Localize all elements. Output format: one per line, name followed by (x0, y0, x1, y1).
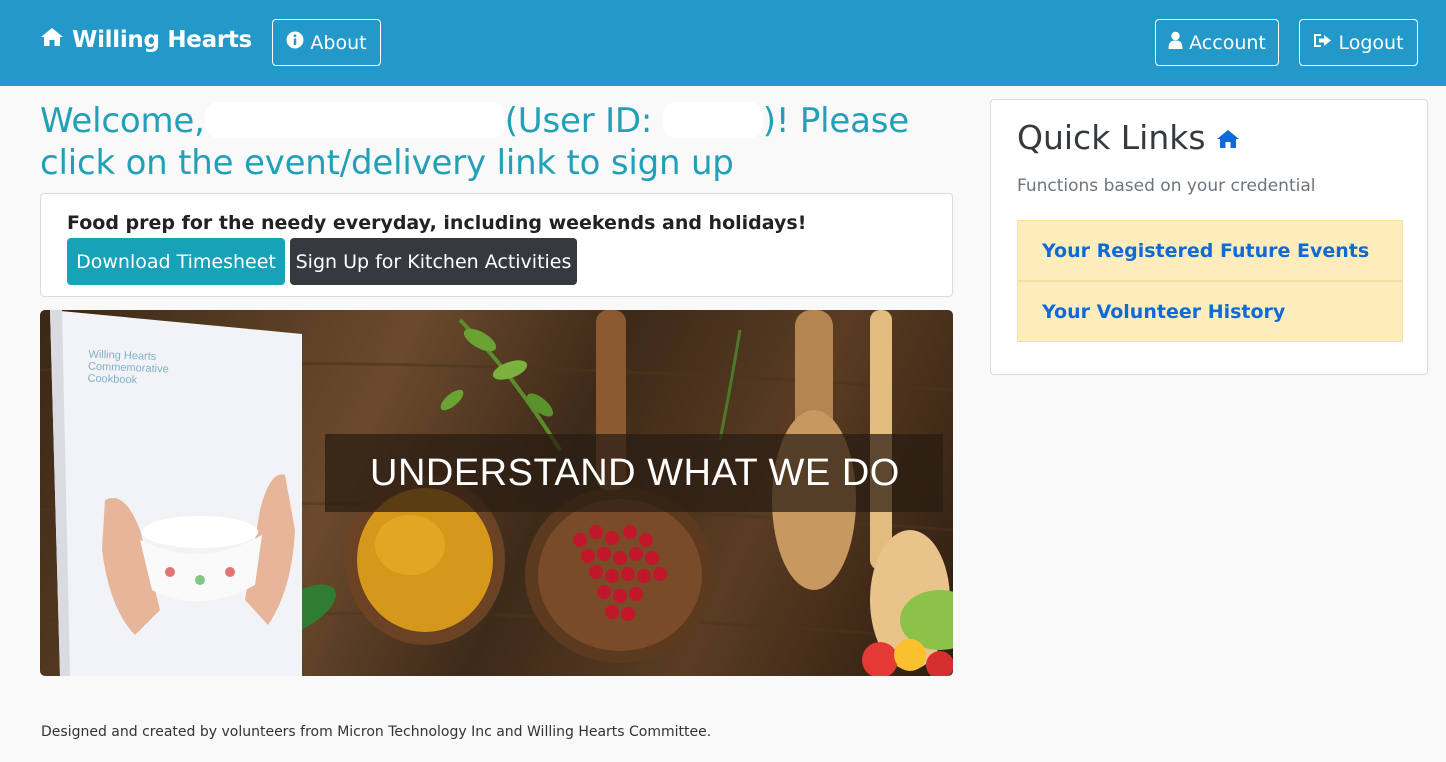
welcome-user-id-prefix: (User ID: (504, 101, 653, 141)
volunteer-history-link[interactable]: Your Volunteer History (1017, 281, 1403, 342)
sign-up-kitchen-button[interactable]: Sign Up for Kitchen Activities (290, 238, 577, 285)
info-circle-icon (286, 31, 304, 54)
top-navbar: Willing Hearts About Account Logout (0, 0, 1446, 86)
registered-future-events-link[interactable]: Your Registered Future Events (1017, 220, 1403, 281)
welcome-heading: Welcome, (User ID: )! Please click on the… (40, 100, 940, 184)
about-label: About (310, 31, 367, 54)
home-icon (40, 27, 64, 53)
home-icon (1216, 118, 1240, 157)
brand-link[interactable]: Willing Hearts (40, 27, 252, 53)
brand-label: Willing Hearts (72, 27, 252, 53)
welcome-prefix: Welcome, (40, 101, 205, 141)
download-timesheet-button[interactable]: Download Timesheet (67, 238, 285, 285)
logout-button[interactable]: Logout (1299, 19, 1418, 66)
about-button[interactable]: About (272, 19, 381, 66)
redacted-user-id (662, 101, 763, 138)
understand-what-we-do-banner[interactable]: Willing Hearts Commemorative Cookbook UN… (40, 310, 953, 676)
logout-label: Logout (1338, 31, 1404, 54)
sign-out-icon (1313, 32, 1332, 54)
event-title: Food prep for the needy everyday, includ… (67, 212, 807, 234)
quick-links-title-label: Quick Links (1017, 118, 1206, 157)
account-button[interactable]: Account (1155, 19, 1279, 66)
quick-links-title: Quick Links (1017, 118, 1240, 157)
quick-links-subtitle: Functions based on your credential (1017, 176, 1316, 196)
cookbook-cover-title: Willing Hearts Commemorative Cookbook (87, 349, 169, 388)
cookbook-cover-label: Willing Hearts Commemorative Cookbook (87, 348, 169, 387)
quick-links-panel: Quick Links Functions based on your cred… (990, 99, 1428, 375)
account-label: Account (1189, 31, 1266, 54)
banner-caption: UNDERSTAND WHAT WE DO (370, 452, 900, 494)
user-icon (1168, 31, 1183, 54)
redacted-user-name (204, 101, 505, 138)
event-card: Food prep for the needy everyday, includ… (40, 193, 953, 297)
footer-text: Designed and created by volunteers from … (41, 724, 712, 740)
